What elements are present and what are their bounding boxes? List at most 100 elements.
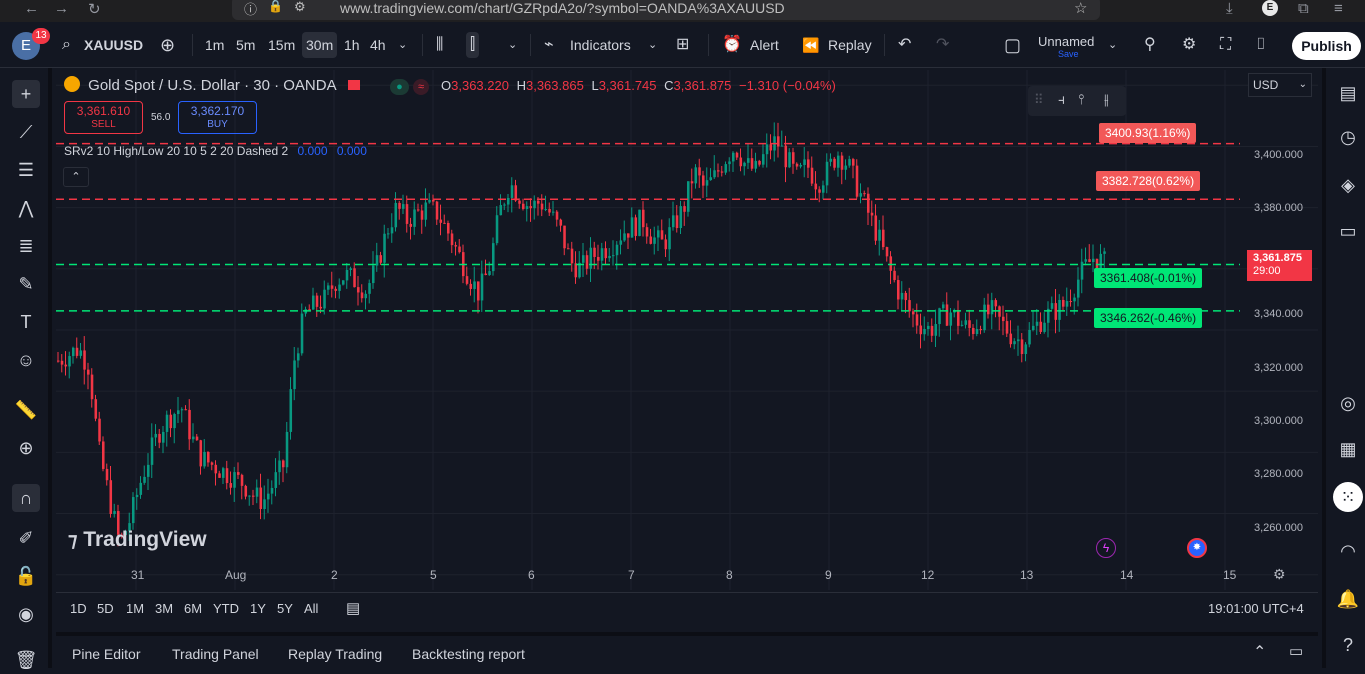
interval-15m[interactable]: 15m <box>268 32 295 58</box>
help-icon[interactable]: ? <box>1333 630 1363 660</box>
symbol-title[interactable]: Gold Spot / U.S. Dollar · 30 · OANDA <box>88 77 336 94</box>
fullscreen-icon[interactable]: ⛶ <box>1220 32 1231 58</box>
chat-icon[interactable]: ▭ <box>1333 216 1363 246</box>
collapse-legend-icon[interactable]: ⌃ <box>63 167 89 187</box>
templates-grid-icon[interactable]: ⊞ <box>676 32 689 58</box>
interval-4h[interactable]: 4h <box>370 32 386 58</box>
search-icon[interactable]: ⌕ <box>62 32 71 58</box>
range-all[interactable]: All <box>304 601 318 616</box>
tab-replay-trading[interactable]: Replay Trading <box>288 646 382 662</box>
level-label-4[interactable]: 3346.262(-0.46%) <box>1094 308 1203 328</box>
camera-snapshot-icon[interactable]: ⌷ <box>1256 32 1266 58</box>
replay-button[interactable]: Replay <box>828 32 872 58</box>
notifications-bell-icon[interactable]: 🔔 <box>1333 584 1363 614</box>
bar-chart-icon[interactable]: ⫼ <box>436 32 443 58</box>
collapse-panel-icon[interactable]: ⌃ <box>1253 642 1266 662</box>
candles-chart-icon[interactable]: ⫿ <box>466 32 480 58</box>
currency-selector[interactable]: USD ⌄ <box>1248 73 1312 97</box>
level-label-1[interactable]: 3400.93(1.16%) <box>1099 123 1197 143</box>
market-status-icon[interactable]: ● <box>390 79 409 95</box>
flag-icon[interactable] <box>347 80 360 90</box>
address-bar[interactable]: ⓘ 🔒 ⚙ www.tradingview.com/chart/GZRpdA2o… <box>232 0 1100 20</box>
delay-status-icon[interactable]: ≈ <box>412 79 429 95</box>
publish-button[interactable]: Publish <box>1292 32 1361 60</box>
eye-icon[interactable]: ◉ <box>12 600 40 628</box>
level-label-2[interactable]: 3382.728(0.62%) <box>1096 171 1201 191</box>
interval-dropdown-icon[interactable]: ⌄ <box>398 32 407 58</box>
us-flag-icon[interactable]: ✸ <box>1187 538 1207 558</box>
ruler-icon[interactable]: 📏 <box>12 396 40 424</box>
watchlist-icon[interactable]: ▤ <box>1333 78 1363 108</box>
redo-icon[interactable]: ↷ <box>936 32 949 58</box>
pattern-icon[interactable]: ⋀ <box>12 194 40 222</box>
drag-handle-icon[interactable]: ⠿ <box>1034 92 1044 108</box>
layout-save-link[interactable]: Save <box>1058 49 1079 59</box>
alert-button[interactable]: Alert <box>750 32 779 58</box>
fib-retracement-icon[interactable]: ≣ <box>12 232 40 260</box>
interval-1h[interactable]: 1h <box>344 32 360 58</box>
pencil-lock-icon[interactable]: ✐ <box>12 524 40 552</box>
info-icon[interactable]: ⓘ <box>244 0 257 18</box>
layout-square-icon[interactable]: ▢ <box>1004 32 1021 58</box>
range-1m[interactable]: 1M <box>126 601 144 616</box>
back-arrow-icon[interactable]: ← <box>24 0 39 17</box>
url-text[interactable]: www.tradingview.com/chart/GZRpdA2o/?symb… <box>340 0 785 16</box>
lock-drawings-icon[interactable]: 🔓 <box>12 562 40 590</box>
sell-button[interactable]: 3,361.610 SELL <box>64 101 143 134</box>
range-ytd[interactable]: YTD <box>213 601 239 616</box>
trend-line-icon[interactable]: ⟋ <box>12 118 40 146</box>
replay-rewind-icon[interactable]: ⏪ <box>802 32 819 58</box>
style-icon[interactable]: ⫞ <box>1058 91 1065 108</box>
alerts-clock-icon[interactable]: ◷ <box>1333 122 1363 152</box>
download-icon[interactable]: ⤓ <box>1226 0 1233 17</box>
date-range-calendar-icon[interactable]: ▤ <box>346 599 360 617</box>
trash-icon[interactable]: 🗑 <box>12 646 40 674</box>
crosshair-icon[interactable]: + <box>12 80 40 108</box>
zoom-in-icon[interactable]: ⊕ <box>12 434 40 462</box>
clock-timezone[interactable]: 19:01:00 UTC+4 <box>1208 601 1304 616</box>
forward-arrow-icon[interactable]: → <box>54 0 69 17</box>
vertical-line-icon[interactable]: ⫲ <box>1104 91 1109 108</box>
calendar-icon[interactable]: ▦ <box>1333 434 1363 464</box>
profile-avatar[interactable]: E <box>1262 0 1278 16</box>
brush-icon[interactable]: ✎ <box>12 270 40 298</box>
indicators-dropdown-icon[interactable]: ⌄ <box>648 32 657 58</box>
maximize-panel-icon[interactable]: ▭ <box>1289 642 1303 660</box>
interval-5m[interactable]: 5m <box>236 32 255 58</box>
symbol-search[interactable]: XAUUSD <box>84 32 143 58</box>
tab-pine-editor[interactable]: Pine Editor <box>72 646 140 662</box>
range-1y[interactable]: 1Y <box>250 601 266 616</box>
range-1d[interactable]: 1D <box>70 601 87 616</box>
range-5y[interactable]: 5Y <box>277 601 293 616</box>
indicator-legend[interactable]: SRv2 10 High/Low 20 10 5 2 20 Dashed 2 0… <box>64 144 367 158</box>
tab-backtesting-report[interactable]: Backtesting report <box>412 646 525 662</box>
site-settings-icon[interactable]: ⚙ <box>294 0 306 15</box>
layout-dropdown-icon[interactable]: ⌄ <box>1108 32 1117 58</box>
layers-icon[interactable]: ◈ <box>1333 170 1363 200</box>
level-label-3[interactable]: 3361.408(-0.01%) <box>1094 268 1203 288</box>
settings-gear-icon[interactable]: ⚙ <box>1182 32 1196 58</box>
events-lightning-icon[interactable]: ϟ <box>1096 538 1116 558</box>
range-5d[interactable]: 5D <box>97 601 114 616</box>
reload-icon[interactable]: ↻ <box>88 0 101 18</box>
text-tool-icon[interactable]: T <box>12 308 40 336</box>
quick-search-icon[interactable]: ⚲ <box>1144 32 1156 58</box>
price-scale[interactable]: USD ⌄ 3,400.000 3,380.000 3,340.000 3,320… <box>1240 70 1318 590</box>
horizontal-lines-icon[interactable]: ☰ <box>12 156 40 184</box>
emoji-icon[interactable]: ☺ <box>12 346 40 374</box>
indicators-icon[interactable]: ⌁ <box>544 32 554 58</box>
interval-30m[interactable]: 30m <box>302 32 338 58</box>
magnet-icon[interactable]: ∩ <box>12 484 40 512</box>
interval-1m[interactable]: 1m <box>205 32 224 58</box>
tab-trading-panel[interactable]: Trading Panel <box>172 646 259 662</box>
target-icon[interactable]: ◎ <box>1333 388 1363 418</box>
line-tool-icon[interactable]: ⫯ <box>1078 91 1084 108</box>
range-6m[interactable]: 6M <box>184 601 202 616</box>
range-3m[interactable]: 3M <box>155 601 173 616</box>
layout-name[interactable]: Unnamed <box>1038 34 1094 49</box>
bookmark-star-icon[interactable]: ☆ <box>1074 0 1087 17</box>
chart-type-dropdown-icon[interactable]: ⌄ <box>508 32 517 58</box>
indicators-button[interactable]: Indicators <box>570 32 631 58</box>
alarm-clock-icon[interactable]: ⏰ <box>722 32 742 58</box>
apps-grid-icon[interactable]: ⁙ <box>1333 482 1363 512</box>
